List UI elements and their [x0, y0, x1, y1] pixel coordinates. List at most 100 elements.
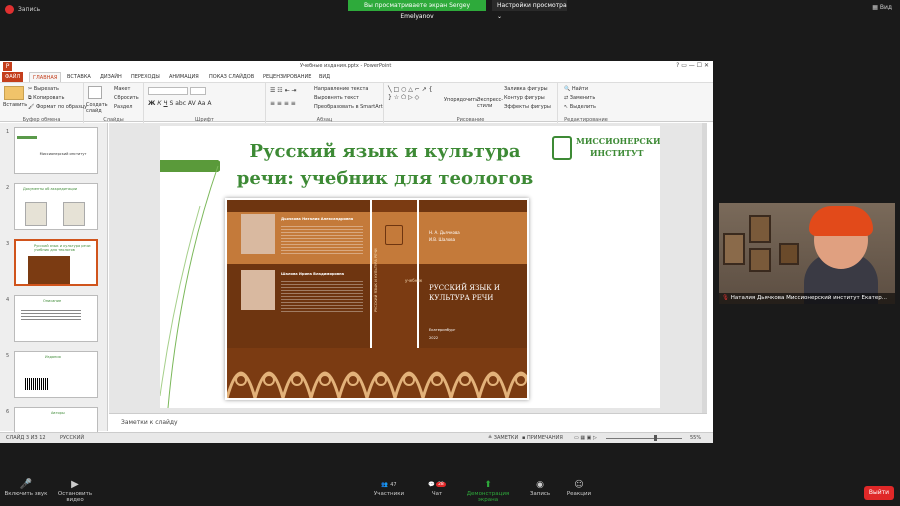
front-title-2: КУЛЬТУРА РЕЧИ — [429, 294, 494, 302]
notes-toggle[interactable]: ≜ ЗАМЕТКИ — [488, 435, 518, 441]
tab-insert[interactable]: ВСТАВКА — [64, 72, 94, 82]
icon-frame — [749, 215, 771, 243]
book-cover-image: Дьячкова Наталия Александровна Шалова Ир… — [225, 198, 529, 400]
thumb-number: 4 — [6, 297, 10, 303]
replace-button[interactable]: ⇄ Заменить — [564, 95, 595, 101]
copy-button[interactable]: ⧉ Копировать — [28, 95, 64, 101]
share-screen-icon: ⬆ — [484, 479, 492, 490]
leave-button[interactable]: Выйти — [864, 486, 894, 500]
thumb-slide-4[interactable]: Описание — [14, 295, 98, 342]
language-status[interactable]: РУССКИЙ — [60, 435, 84, 441]
icon-frame — [749, 248, 771, 272]
chat-label: Чат — [431, 491, 443, 497]
layout-button[interactable]: Макет — [114, 86, 130, 92]
thumb-slide-3[interactable]: Русский язык и культура речи: учебник дл… — [14, 239, 98, 286]
font-size-field[interactable] — [190, 87, 206, 95]
thumb-text: Миссионерский институт — [39, 152, 87, 156]
author1-bio — [281, 224, 363, 254]
slide-counter: СЛАЙД 3 ИЗ 12 — [6, 435, 46, 441]
tab-review[interactable]: РЕЦЕНЗИРОВАНИЕ — [260, 72, 314, 82]
tab-file[interactable]: ФАЙЛ — [2, 72, 24, 82]
section-button[interactable]: Раздел — [114, 104, 132, 110]
participant-video[interactable] — [719, 203, 895, 304]
view-mode-buttons[interactable]: ▭ ▦ ▣ ▷ — [574, 435, 597, 441]
tab-view[interactable]: ВИД — [316, 72, 333, 82]
window-controls[interactable]: ? ▭ — ☐ ✕ — [676, 62, 709, 69]
select-button[interactable]: ↖ Выделить — [564, 104, 596, 110]
author-photo-1 — [241, 214, 275, 254]
shape-effects-button[interactable]: Эффекты фигуры — [504, 104, 551, 110]
font-name-field[interactable] — [148, 87, 188, 95]
smartart-button[interactable]: Преобразовать в SmartArt — [314, 104, 383, 110]
text-direction-button[interactable]: Направление текста — [314, 86, 368, 92]
notes-toggle-label: ЗАМЕТКИ — [493, 435, 519, 441]
paste-button[interactable]: Вставить — [3, 102, 27, 108]
reactions-button[interactable]: ☺ Реакции — [562, 478, 596, 498]
clipboard-group: Вставить ✂ Вырезать ⧉ Копировать 🖌 Форма… — [0, 83, 87, 123]
ribbon-tabs: ФАЙЛ ГЛАВНАЯ ВСТАВКА ДИЗАЙН ПЕРЕХОДЫ АНИ… — [0, 72, 713, 82]
logo-text-1: МИССИОНЕРСКИЙ — [576, 136, 660, 146]
find-button[interactable]: 🔍 Найти — [564, 86, 588, 92]
align-buttons[interactable]: ≡ ≡ ≡ ≡ — [270, 100, 296, 107]
author2-name: Шалова Ирина Владимировна — [281, 272, 345, 276]
icon-frame — [779, 243, 799, 265]
stop-video-button[interactable]: ▶ Остановить видео — [50, 478, 100, 503]
reactions-label: Реакции — [566, 491, 592, 497]
zoom-slider-thumb[interactable] — [654, 435, 657, 441]
new-slide-icon — [88, 86, 102, 99]
smiley-icon: ☺ — [574, 479, 584, 490]
book-back-cover: Дьячкова Наталия Александровна Шалова Ир… — [227, 200, 370, 348]
book-type: учебник — [405, 278, 423, 283]
thumb-accent — [17, 136, 37, 139]
recording-indicator[interactable]: Запись — [5, 3, 40, 15]
thumb-slide-1[interactable]: Миссионерский институт — [14, 127, 98, 174]
record-label: Запись — [18, 5, 41, 13]
view-options-label: Настройки просмотра — [497, 2, 567, 9]
thumb-slide-5[interactable]: Издания — [14, 351, 98, 398]
tab-design[interactable]: ДИЗАЙН — [97, 72, 125, 82]
author-photo-2 — [241, 270, 275, 310]
author2-bio — [281, 279, 363, 313]
window-title: Учебные издания.pptx - PowerPoint — [300, 63, 392, 69]
tab-slideshow[interactable]: ПОКАЗ СЛАЙДОВ — [206, 72, 257, 82]
mic-off-icon: 🎤 — [19, 479, 33, 490]
thumb-book — [28, 256, 70, 284]
new-slide-button[interactable]: Создать слайд — [86, 102, 108, 114]
reset-button[interactable]: Сбросить — [114, 95, 139, 101]
notes-pane[interactable]: Заметки к слайду — [109, 413, 707, 431]
zoom-slider[interactable] — [606, 438, 682, 439]
vertical-scrollbar[interactable] — [702, 123, 707, 413]
view-options-button[interactable]: Настройки просмотра ⌄ — [492, 0, 567, 20]
arrange-button[interactable]: Упорядочить — [444, 97, 478, 103]
view-button[interactable]: ▦ Вид — [872, 4, 892, 11]
thumb-slide-2[interactable]: Документы об аккредитации — [14, 183, 98, 230]
paragraph-group: ☰ ☷ ⇤ ⇥ ≡ ≡ ≡ ≡ Направление текста Выров… — [266, 83, 384, 123]
share-screen-button[interactable]: ⬆ Демонстрация экрана — [456, 478, 520, 504]
logo-text-2: ИНСТИТУТ — [590, 148, 644, 158]
copy-label: Копировать — [33, 95, 65, 101]
chat-button[interactable]: 💬 28 Чат — [426, 478, 448, 497]
shape-fill-button[interactable]: Заливка фигуры — [504, 86, 548, 92]
book-spine: РУССКИЙ ЯЗЫК И КУЛЬТУРА РЕЧИ — [372, 200, 417, 348]
tab-home[interactable]: ГЛАВНАЯ — [29, 72, 62, 82]
current-slide[interactable]: Русский язык и культура речи: учебник дл… — [160, 126, 660, 408]
thumb-text: Документы об аккредитации — [23, 187, 78, 191]
person-hair — [809, 206, 873, 236]
record-button[interactable]: ◉ Запись — [526, 478, 554, 498]
format-painter-button[interactable]: 🖌 Формат по образцу — [28, 104, 87, 110]
view-label: Вид — [879, 4, 892, 11]
zoom-level[interactable]: 55% — [690, 435, 701, 441]
comments-toggle[interactable]: ▪ ПРИМЕЧАНИЯ — [522, 435, 563, 441]
list-buttons[interactable]: ☰ ☷ ⇤ ⇥ — [270, 87, 297, 94]
tab-animation[interactable]: АНИМАЦИЯ — [166, 72, 202, 82]
shapes-gallery[interactable]: ╲ □ ○ △ ⌐ ↗ { } ☆ ⬠ ▷ ◇ — [388, 86, 438, 102]
shape-outline-button[interactable]: Контур фигуры — [504, 95, 545, 101]
font-format-buttons[interactable]: Ж К Ч S abc AV Aa A — [148, 100, 211, 107]
participants-button[interactable]: 👥 47 Участники — [372, 478, 406, 498]
quick-styles-button[interactable]: Экспресс-стили — [477, 97, 503, 109]
align-text-button[interactable]: Выровнять текст — [314, 95, 359, 101]
font-group: Ж К Ч S abc AV Aa A Шрифт — [144, 83, 266, 123]
cut-button[interactable]: ✂ Вырезать — [28, 86, 59, 92]
mute-button[interactable]: 🎤 Включить звук — [4, 478, 48, 497]
tab-transitions[interactable]: ПЕРЕХОДЫ — [128, 72, 163, 82]
